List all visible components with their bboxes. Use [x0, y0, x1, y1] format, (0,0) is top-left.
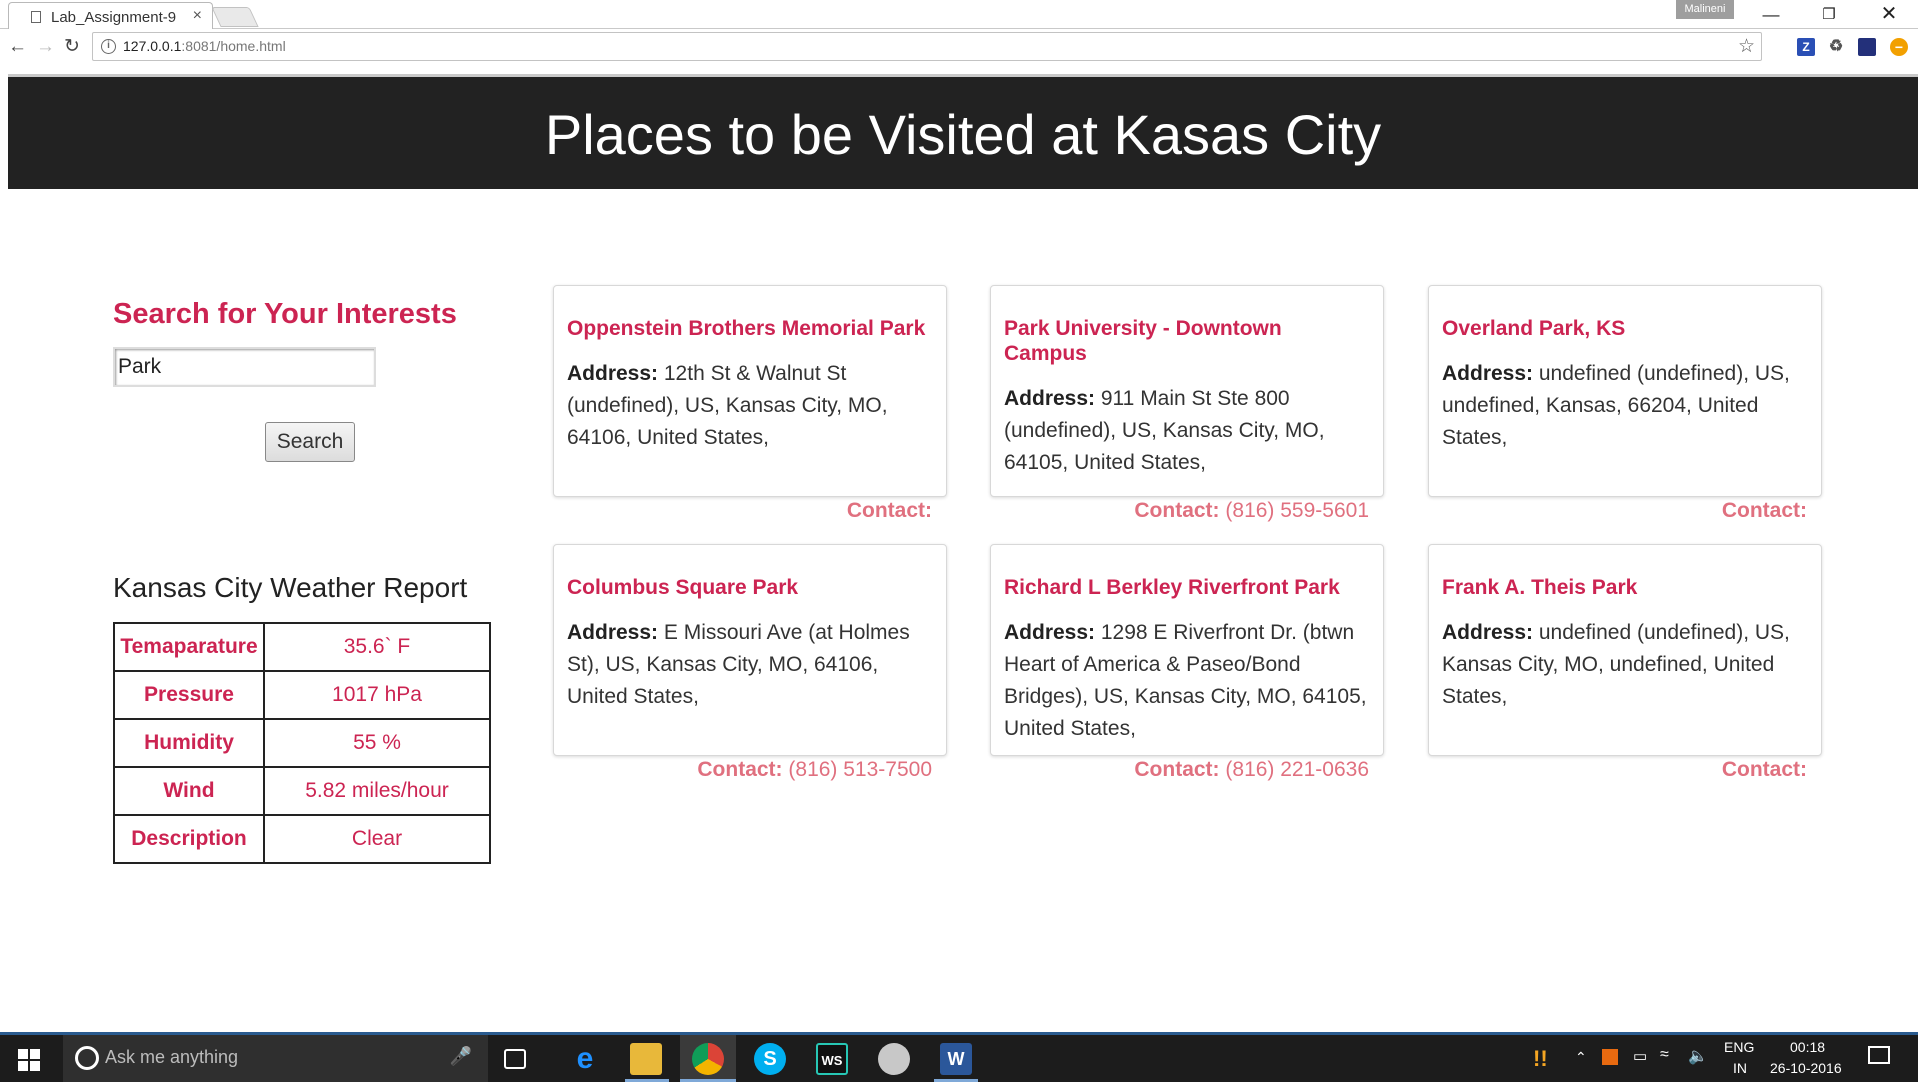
minimize-button[interactable]: — — [1742, 0, 1800, 29]
notification-alert-icon[interactable]: !! — [1533, 1046, 1548, 1072]
place-name: Richard L Berkley Riverfront Park — [1004, 576, 1340, 599]
clock-time[interactable]: 00:18 — [1790, 1039, 1825, 1055]
address-bar[interactable]: i 127.0.0.1:8081/home.html ☆ — [92, 32, 1762, 61]
volume-icon[interactable]: 🔈 — [1688, 1046, 1708, 1066]
place-address: Address: 911 Main St Ste 800 (undefined)… — [1004, 387, 1325, 474]
weather-title: Kansas City Weather Report — [113, 572, 468, 603]
weather-key: Humidity — [113, 718, 265, 768]
profile-badge[interactable]: Malineni — [1676, 0, 1734, 19]
place-contact: Contact: (816) 513-7500 — [697, 758, 932, 781]
language-indicator[interactable]: ENG — [1724, 1039, 1754, 1055]
zotero-extension-icon[interactable]: Z — [1797, 38, 1815, 56]
cortana-placeholder: Ask me anything — [105, 1047, 239, 1067]
place-address: Address: 1298 E Riverfront Dr. (btwn Hea… — [1004, 621, 1367, 740]
place-address: Address: E Missouri Ave (at Holmes St), … — [567, 621, 910, 708]
new-tab-button[interactable] — [211, 7, 259, 27]
table-row: Description Clear — [113, 814, 491, 864]
weather-key: Pressure — [113, 670, 265, 720]
region-indicator[interactable]: IN — [1733, 1060, 1747, 1076]
place-address: Address: undefined (undefined), US, unde… — [1442, 362, 1790, 449]
tab-strip: Lab_Assignment-9 × Malineni — ❐ ✕ — [0, 0, 1918, 29]
java-tray-icon[interactable] — [1602, 1049, 1618, 1065]
word-icon[interactable]: W — [940, 1043, 972, 1075]
place-contact: Contact: (816) 559-5601 — [1134, 499, 1369, 522]
place-contact: Contact: — [1721, 499, 1807, 522]
place-contact: Contact: (816) 221-0636 — [1134, 758, 1369, 781]
tab-close-icon[interactable]: × — [193, 7, 202, 25]
place-name: Oppenstein Brothers Memorial Park — [567, 317, 926, 340]
search-title: Search for Your Interests — [113, 298, 457, 330]
place-card: Park University - Downtown Campus Addres… — [990, 285, 1384, 497]
place-name: Columbus Square Park — [567, 576, 799, 599]
clock-date[interactable]: 26-10-2016 — [1770, 1060, 1842, 1076]
url-text: 127.0.0.1:8081/home.html — [123, 38, 286, 54]
place-name: Overland Park, KS — [1442, 317, 1626, 340]
place-contact: Contact: — [1721, 758, 1807, 781]
table-row: Pressure 1017 hPa — [113, 670, 491, 720]
cortana-icon — [75, 1046, 99, 1070]
page-header: Places to be Visited at Kasas City — [8, 74, 1918, 189]
weather-value: 1017 hPa — [263, 670, 491, 720]
place-card: Oppenstein Brothers Memorial Park Addres… — [553, 285, 947, 497]
bookmark-star-icon[interactable]: ☆ — [1738, 35, 1755, 58]
weather-value: 55 % — [263, 718, 491, 768]
taskbar: Ask me anything 🎤 e S WS W !! ⌃ ▭ ≈ 🔈 EN… — [0, 1032, 1918, 1082]
page-icon — [31, 11, 41, 23]
file-explorer-icon[interactable] — [630, 1043, 662, 1075]
windows-start-icon[interactable] — [18, 1049, 40, 1071]
table-row: Humidity 55 % — [113, 718, 491, 768]
webstorm-icon[interactable]: WS — [816, 1043, 848, 1075]
place-card: Richard L Berkley Riverfront Park Addres… — [990, 544, 1384, 756]
place-name: Park University - Downtown Campus — [1004, 317, 1282, 365]
info-icon[interactable]: i — [101, 39, 116, 54]
weather-table: Temaparature 35.6` F Pressure 1017 hPa Hum… — [113, 622, 491, 864]
search-panel: Search for Your Interests Search — [113, 298, 493, 462]
weather-value: 5.82 miles/hour — [263, 766, 491, 816]
restore-button[interactable]: ❐ — [1800, 0, 1858, 29]
weather-key: Temaparature — [113, 622, 265, 672]
search-button[interactable]: Search — [265, 422, 355, 462]
cortana-search[interactable]: Ask me anything 🎤 — [63, 1035, 488, 1082]
place-address: Address: undefined (undefined), US, Kans… — [1442, 621, 1790, 708]
page-title: Places to be Visited at Kasas City — [544, 103, 1382, 166]
reload-icon[interactable]: ↻ — [64, 34, 80, 60]
skype-icon[interactable]: S — [754, 1043, 786, 1075]
table-row: Temaparature 35.6` F — [113, 622, 491, 672]
action-center-icon[interactable] — [1868, 1046, 1890, 1064]
weather-key: Description — [113, 814, 265, 864]
place-card: Frank A. Theis Park Address: undefined (… — [1428, 544, 1822, 756]
weather-value: 35.6` F — [263, 622, 491, 672]
recycle-extension-icon[interactable]: ♻ — [1827, 38, 1845, 56]
paint-icon[interactable] — [878, 1043, 910, 1075]
microphone-icon[interactable]: 🎤 — [450, 1046, 472, 1067]
task-view-icon[interactable] — [504, 1049, 526, 1069]
search-input[interactable] — [113, 347, 376, 387]
tab-title: Lab_Assignment-9 — [51, 9, 177, 26]
extension-icon[interactable] — [1858, 38, 1876, 56]
table-row: Wind 5.82 miles/hour — [113, 766, 491, 816]
place-contact: Contact: — [846, 499, 932, 522]
place-card: Columbus Square Park Address: E Missouri… — [553, 544, 947, 756]
place-address: Address: 12th St & Walnut St (undefined)… — [567, 362, 888, 449]
browser-toolbar: ← → ↻ i 127.0.0.1:8081/home.html ☆ Z ♻ − — [0, 30, 1918, 65]
close-window-button[interactable]: ✕ — [1860, 0, 1918, 29]
page: Places to be Visited at Kasas City Searc… — [0, 74, 1918, 1032]
wifi-icon[interactable]: ≈ — [1660, 1046, 1669, 1064]
place-name: Frank A. Theis Park — [1442, 576, 1638, 599]
edge-icon[interactable]: e — [569, 1043, 601, 1075]
forward-icon[interactable]: → — [36, 34, 55, 60]
browser-chrome: Lab_Assignment-9 × Malineni — ❐ ✕ ← → ↻ … — [0, 0, 1918, 74]
battery-icon[interactable]: ▭ — [1633, 1047, 1647, 1065]
browser-tab[interactable]: Lab_Assignment-9 × — [8, 2, 213, 29]
weather-key: Wind — [113, 766, 265, 816]
chevron-up-icon[interactable]: ⌃ — [1575, 1049, 1587, 1066]
place-card: Overland Park, KS Address: undefined (un… — [1428, 285, 1822, 497]
chrome-icon[interactable] — [692, 1043, 724, 1075]
back-icon[interactable]: ← — [8, 34, 27, 60]
weather-value: Clear — [263, 814, 491, 864]
block-extension-icon[interactable]: − — [1890, 38, 1908, 56]
